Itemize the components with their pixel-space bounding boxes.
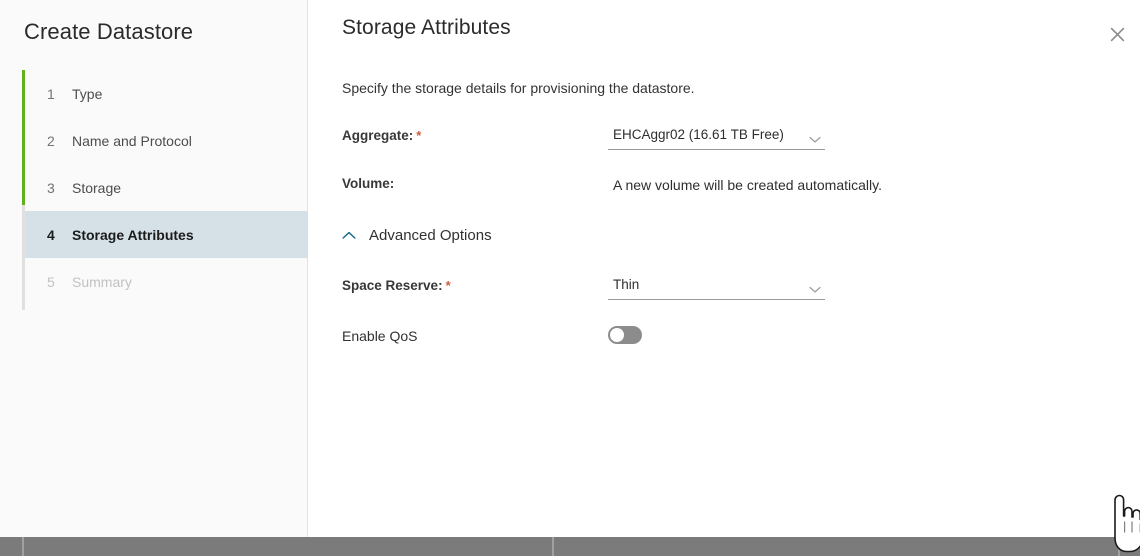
step-number: 4 xyxy=(47,227,55,243)
volume-label: Volume: xyxy=(342,176,394,191)
create-datastore-modal: Create Datastore 1 Type 2 Name and Proto… xyxy=(0,0,1140,537)
aggregate-label: Aggregate:* xyxy=(342,128,421,143)
wizard-step-list: 1 Type 2 Name and Protocol 3 Storage 4 S… xyxy=(0,70,308,305)
form-row-volume: Volume: A new volume will be created aut… xyxy=(308,172,1140,220)
chevron-up-icon xyxy=(342,231,356,240)
step-label: Type xyxy=(72,86,102,102)
app-root: Create Datastore 1 Type 2 Name and Proto… xyxy=(0,0,1140,556)
wizard-sidebar: Create Datastore 1 Type 2 Name and Proto… xyxy=(0,0,308,537)
sidebar-item-storage[interactable]: 3 Storage xyxy=(25,164,308,211)
step-label: Name and Protocol xyxy=(72,133,192,149)
page-title: Storage Attributes xyxy=(342,16,511,40)
chevron-down-icon xyxy=(809,281,821,299)
wizard-content-pane: Storage Attributes Specify the storage d… xyxy=(308,0,1140,537)
step-number: 5 xyxy=(47,274,55,290)
space-reserve-control: Thin xyxy=(608,274,825,300)
toggle-knob xyxy=(610,328,624,342)
space-reserve-selected-value: Thin xyxy=(613,277,639,292)
aggregate-select[interactable]: EHCAggr02 (16.61 TB Free) xyxy=(608,124,825,150)
close-icon xyxy=(1110,27,1125,42)
sidebar-item-type[interactable]: 1 Type xyxy=(25,70,308,117)
background-divider-right xyxy=(1118,537,1120,556)
aggregate-control: EHCAggr02 (16.61 TB Free) xyxy=(608,124,825,150)
modal-footer: CANCEL BACK NEXT xyxy=(616,465,1140,537)
step-number: 1 xyxy=(47,86,55,102)
step-label: Storage Attributes xyxy=(72,227,194,243)
aggregate-selected-value: EHCAggr02 (16.61 TB Free) xyxy=(613,127,784,142)
sidebar-item-summary: 5 Summary xyxy=(25,258,308,305)
space-reserve-label-text: Space Reserve: xyxy=(342,278,443,293)
background-divider-mid xyxy=(552,537,554,556)
form-row-enable-qos: Enable QoS xyxy=(308,322,1140,362)
advanced-options-form: Space Reserve:* Thin xyxy=(308,274,1140,362)
step-number: 3 xyxy=(47,180,55,196)
aggregate-label-text: Aggregate: xyxy=(342,128,413,143)
required-asterisk: * xyxy=(416,128,421,143)
volume-value: A new volume will be created automatical… xyxy=(613,177,882,193)
step-label: Storage xyxy=(72,180,121,196)
sidebar-item-name-and-protocol[interactable]: 2 Name and Protocol xyxy=(25,117,308,164)
form-row-space-reserve: Space Reserve:* Thin xyxy=(308,274,1140,322)
background-strip xyxy=(0,537,1140,556)
step-number: 2 xyxy=(47,133,55,149)
advanced-options-label: Advanced Options xyxy=(369,227,492,244)
wizard-title: Create Datastore xyxy=(24,19,193,45)
volume-label-text: Volume: xyxy=(342,176,394,191)
required-asterisk: * xyxy=(446,278,451,293)
sidebar-item-storage-attributes[interactable]: 4 Storage Attributes xyxy=(25,211,308,258)
background-divider-left xyxy=(22,537,24,556)
chevron-down-icon xyxy=(809,131,821,149)
form-row-aggregate: Aggregate:* EHCAggr02 (16.61 TB Free) xyxy=(308,124,1140,172)
enable-qos-label: Enable QoS xyxy=(342,328,418,344)
enable-qos-toggle[interactable] xyxy=(608,326,642,344)
space-reserve-select[interactable]: Thin xyxy=(608,274,825,300)
enable-qos-control xyxy=(608,326,642,349)
page-description: Specify the storage details for provisio… xyxy=(342,80,695,96)
close-button[interactable] xyxy=(1103,20,1131,48)
storage-attributes-form: Aggregate:* EHCAggr02 (16.61 TB Free) xyxy=(308,124,1140,220)
space-reserve-label: Space Reserve:* xyxy=(342,278,451,293)
advanced-options-toggle[interactable]: Advanced Options xyxy=(342,227,492,244)
step-label: Summary xyxy=(72,274,132,290)
